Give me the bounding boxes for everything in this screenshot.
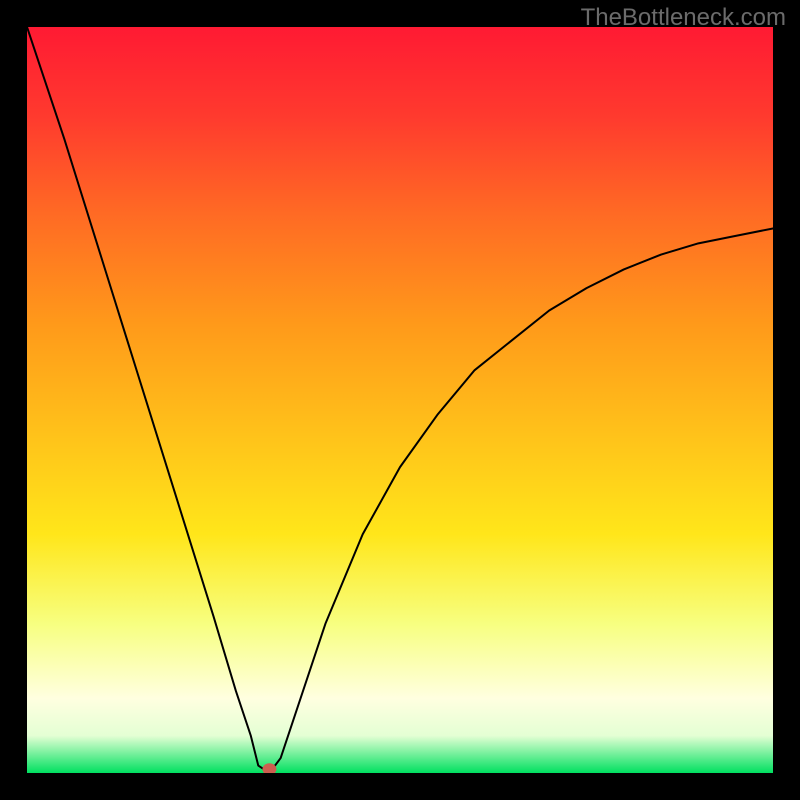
chart-frame: TheBottleneck.com [0,0,800,800]
bottleneck-curve [27,27,773,773]
optimal-point-marker [262,763,276,773]
chart-svg [27,27,773,773]
watermark-text: TheBottleneck.com [581,4,786,32]
plot-area [27,27,773,773]
